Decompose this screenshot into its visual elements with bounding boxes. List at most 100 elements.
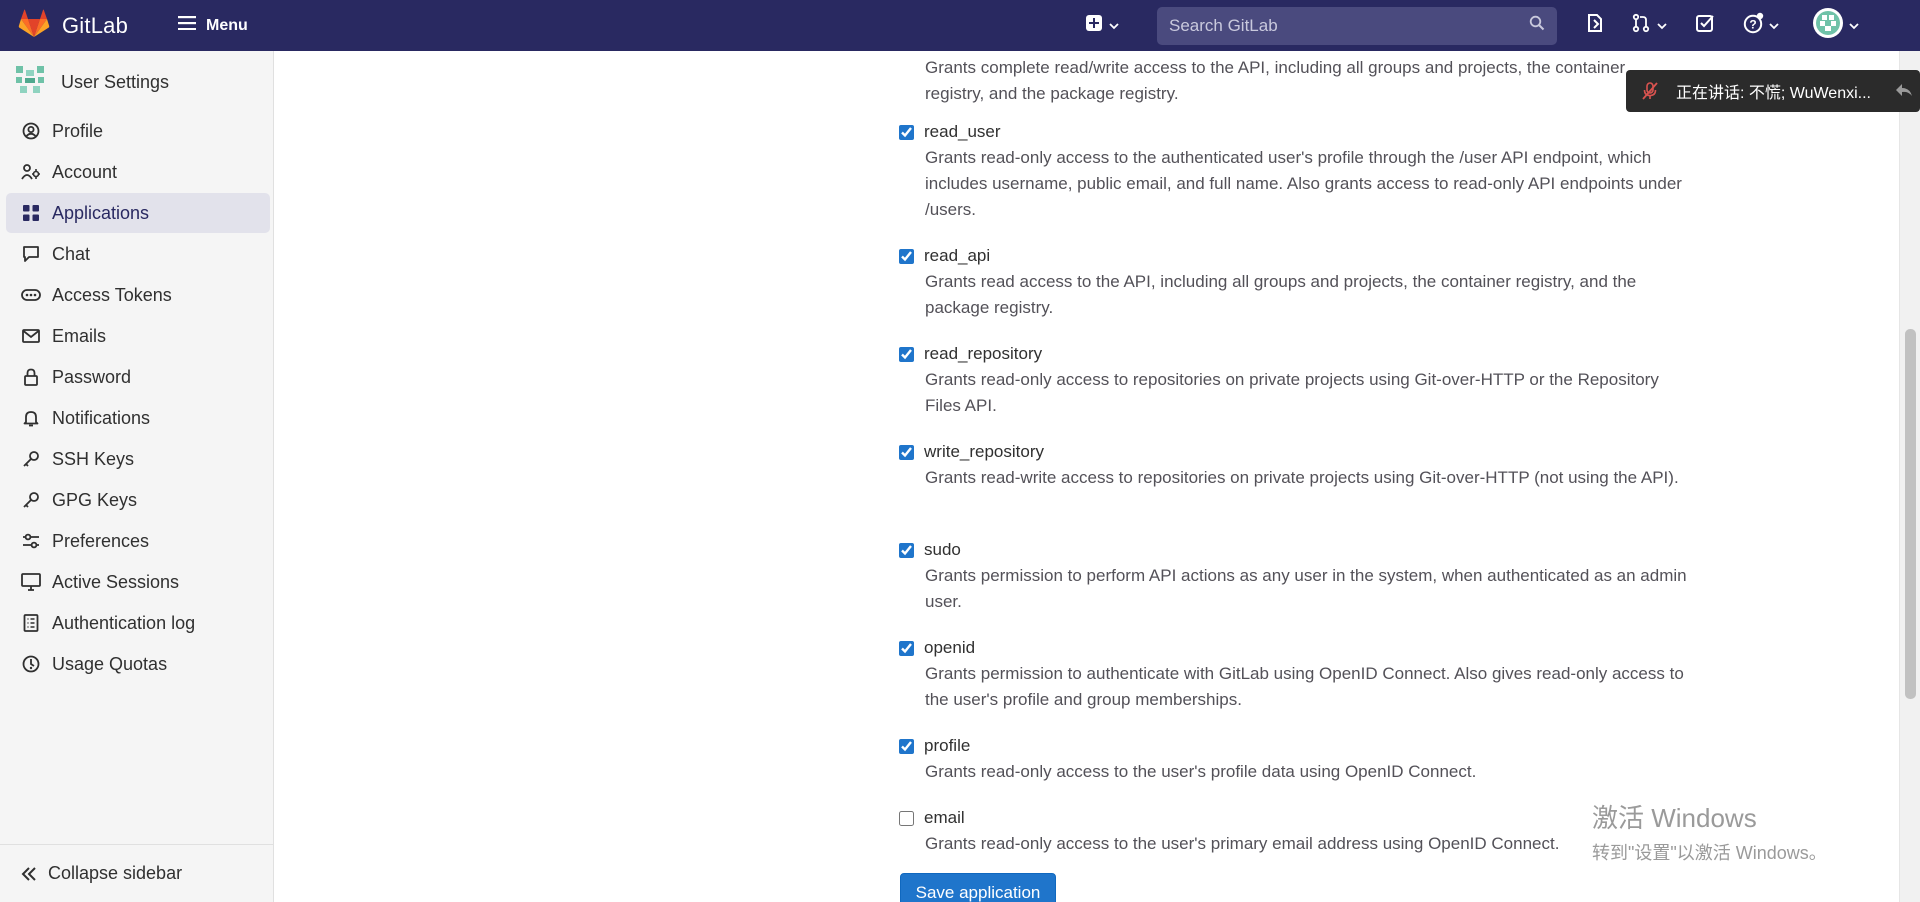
user-menu-button[interactable] — [1813, 8, 1859, 44]
sidebar-item-emails[interactable]: Emails — [6, 316, 270, 356]
scope-label[interactable]: profile — [924, 736, 970, 756]
todos-button[interactable] — [1695, 8, 1715, 44]
scope-label[interactable]: read_user — [924, 122, 1001, 142]
sidebar-item-label: Chat — [52, 243, 91, 264]
key-icon — [20, 448, 42, 470]
quota-icon — [20, 653, 42, 675]
scope-description: Grants read-only access to the authentic… — [925, 148, 1682, 219]
sidebar-item-active-sessions[interactable]: Active Sessions — [6, 562, 270, 602]
scope-checkbox-read-api[interactable] — [899, 248, 914, 264]
sidebar-item-label: Applications — [52, 202, 150, 223]
gitlab-home-link[interactable]: GitLab — [18, 0, 128, 51]
menu-label: Menu — [206, 16, 248, 34]
scope-checkbox-email[interactable] — [899, 810, 914, 826]
help-question-icon: ? — [1743, 12, 1765, 39]
collapse-sidebar-label: Collapse sidebar — [48, 863, 183, 883]
sidebar-item-profile[interactable]: Profile — [6, 111, 270, 151]
sidebar-item-password[interactable]: Password — [6, 357, 270, 397]
reply-arrow-icon[interactable] — [1894, 80, 1914, 105]
scrollbar-thumb[interactable] — [1905, 329, 1916, 699]
sidebar-item-label: Emails — [52, 325, 107, 346]
chat-icon — [20, 243, 42, 265]
sidebar-item-label: Active Sessions — [52, 571, 180, 592]
sidebar-item-label: GPG Keys — [52, 489, 138, 510]
svg-text:?: ? — [1749, 18, 1756, 32]
scope-checkbox-read-repository[interactable] — [899, 346, 914, 362]
sidebar-header[interactable]: User Settings — [0, 51, 273, 113]
help-button[interactable]: ? — [1743, 8, 1779, 44]
scope-email: email Grants read-only access to the use… — [899, 805, 1679, 857]
sidebar-item-applications[interactable]: Applications — [6, 193, 270, 233]
account-icon — [20, 161, 42, 183]
scope-description: Grants read-only access to the user's pr… — [925, 762, 1477, 781]
scope-label[interactable]: write_repository — [924, 442, 1044, 462]
watermark-line2: 转到"设置"以激活 Windows。 — [1592, 843, 1827, 863]
watermark-line1: 激活 Windows — [1592, 803, 1757, 833]
scope-checkbox-profile[interactable] — [899, 738, 914, 754]
menu-button[interactable]: Menu — [172, 8, 254, 44]
sidebar-title: User Settings — [61, 71, 170, 92]
sidebar-item-gpg-keys[interactable]: GPG Keys — [6, 480, 270, 520]
sidebar-item-notifications[interactable]: Notifications — [6, 398, 270, 438]
scope-checkbox-read-user[interactable] — [899, 124, 914, 140]
speaking-text: 正在讲话: 不慌; WuWenxi... — [1676, 85, 1871, 102]
scope-description-api: Grants complete read/write access to the… — [925, 58, 1626, 103]
token-icon — [20, 284, 42, 306]
avatar — [1813, 8, 1843, 43]
scope-checkbox-write-repository[interactable] — [899, 444, 914, 460]
preferences-icon — [20, 530, 42, 552]
chevron-down-icon — [1849, 17, 1859, 35]
issues-button[interactable] — [1585, 8, 1605, 44]
merge-request-icon — [1631, 13, 1651, 38]
sidebar-item-account[interactable]: Account — [6, 152, 270, 192]
scope-label[interactable]: read_repository — [924, 344, 1042, 364]
sidebar-item-label: Authentication log — [52, 612, 196, 633]
gitlab-brand-text: GitLab — [62, 12, 129, 38]
scope-description: Grants read-only access to repositories … — [925, 370, 1659, 415]
scope-profile: profile Grants read-only access to the u… — [899, 733, 1679, 785]
scope-description: Grants read-only access to the user's pr… — [925, 834, 1560, 853]
save-application-button[interactable]: Save application — [900, 873, 1056, 902]
sidebar-item-ssh-keys[interactable]: SSH Keys — [6, 439, 270, 479]
scope-description: Grants read access to the API, including… — [925, 272, 1637, 317]
scope-label[interactable]: openid — [924, 638, 975, 658]
chevron-down-icon — [1109, 17, 1119, 35]
scope-openid: openid Grants permission to authenticate… — [899, 635, 1684, 713]
merge-requests-button[interactable] — [1631, 8, 1667, 44]
sidebar-item-access-tokens[interactable]: Access Tokens — [6, 275, 270, 315]
sidebar-item-authentication-log[interactable]: Authentication log — [6, 603, 270, 643]
scope-label[interactable]: sudo — [924, 540, 961, 560]
scope-read-api: read_api Grants read access to the API, … — [899, 243, 1679, 321]
hamburger-icon — [178, 16, 197, 35]
muted-mic-icon — [1642, 82, 1658, 100]
sidebar-item-label: Notifications — [52, 407, 151, 428]
page-scrollbar[interactable] — [1899, 51, 1920, 902]
issues-icon — [1585, 13, 1605, 38]
chevron-down-icon — [1769, 17, 1779, 35]
scope-label[interactable]: read_api — [924, 246, 990, 266]
collapse-sidebar-button[interactable]: Collapse sidebar — [0, 844, 273, 902]
monitor-icon — [20, 571, 42, 593]
search-icon[interactable] — [1529, 15, 1545, 36]
scope-label[interactable]: email — [924, 808, 965, 828]
scope-checkbox-sudo[interactable] — [899, 542, 914, 558]
new-dropdown-button[interactable] — [1085, 8, 1119, 44]
search-input[interactable] — [1169, 15, 1529, 36]
gitlab-logo-icon — [18, 8, 50, 43]
sidebar-item-label: Password — [52, 366, 132, 387]
sidebar-item-usage-quotas[interactable]: Usage Quotas — [6, 644, 270, 684]
sidebar-item-preferences[interactable]: Preferences — [6, 521, 270, 561]
profile-icon — [20, 120, 42, 142]
mail-icon — [20, 325, 42, 347]
sidebar-item-label: Access Tokens — [52, 284, 172, 305]
sidebar-item-chat[interactable]: Chat — [6, 234, 270, 274]
scope-checkbox-openid[interactable] — [899, 640, 914, 656]
scope-description: Grants permission to authenticate with G… — [925, 664, 1684, 709]
log-icon — [20, 612, 42, 634]
sidebar-item-label: Usage Quotas — [52, 653, 168, 674]
user-settings-avatar — [11, 60, 49, 104]
scope-read-repository: read_repository Grants read-only access … — [899, 341, 1679, 419]
search-box[interactable] — [1157, 6, 1557, 45]
main-content: Grants complete read/write access to the… — [274, 51, 1899, 902]
scope-description: Grants read-write access to repositories… — [925, 468, 1679, 487]
